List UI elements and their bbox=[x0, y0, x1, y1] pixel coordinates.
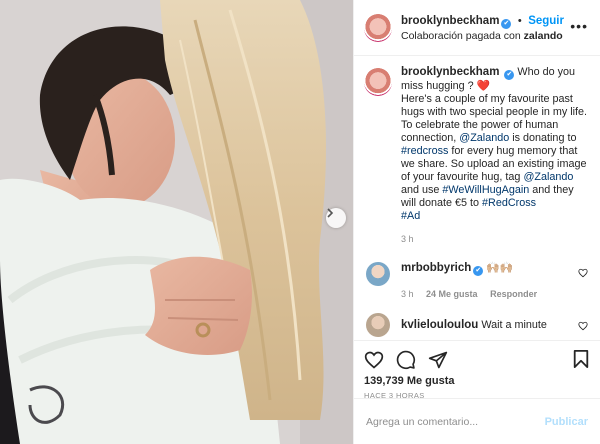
comment-button[interactable] bbox=[396, 350, 416, 370]
comment-input[interactable] bbox=[366, 415, 536, 428]
post-actions: 139,739 Me gusta HACE 3 HORAS bbox=[354, 340, 600, 400]
like-button[interactable] bbox=[364, 350, 384, 370]
likes-count[interactable]: 139,739 Me gusta bbox=[364, 375, 590, 387]
avatar[interactable] bbox=[366, 262, 390, 286]
comment-icon bbox=[396, 350, 416, 370]
comment-body: kvlielouloulou Wait a minute bbox=[401, 313, 581, 337]
publish-button[interactable]: Publicar bbox=[545, 416, 588, 428]
post-header: brooklynbeckham ✔ • Seguir Colaboración p… bbox=[354, 0, 600, 56]
separator-dot: • bbox=[517, 14, 522, 27]
caption-username[interactable]: brooklynbeckham bbox=[401, 66, 499, 78]
hashtag-redcross[interactable]: #redcross bbox=[401, 145, 448, 157]
paid-partnership-label: Colaboración pagada con zalando bbox=[401, 29, 564, 44]
action-icons bbox=[364, 347, 590, 373]
more-options-icon[interactable]: ••• bbox=[570, 18, 588, 34]
comment-meta: 3 h 24 Me gusta Responder bbox=[401, 288, 581, 301]
avatar[interactable] bbox=[364, 13, 392, 42]
save-button[interactable] bbox=[572, 349, 590, 374]
caption-text: is donating to bbox=[512, 132, 577, 144]
hashtag-wewillhugagain[interactable]: #WeWillHugAgain bbox=[442, 184, 529, 196]
comment-text: 🙌🏼🙌🏼 bbox=[486, 262, 514, 274]
mention-zalando[interactable]: @Zalando bbox=[459, 132, 509, 144]
post-photo[interactable] bbox=[0, 0, 353, 444]
heart-icon bbox=[364, 351, 384, 369]
comment-username[interactable]: mrbobbyrich bbox=[401, 262, 471, 274]
list-item: mrbobbyrich ✔ 🙌🏼🙌🏼 3 h 24 Me gusta Respon… bbox=[364, 262, 590, 301]
next-photo-button[interactable] bbox=[326, 208, 346, 228]
share-button[interactable] bbox=[428, 350, 448, 370]
avatar[interactable] bbox=[366, 313, 390, 337]
verified-badge-icon: ✔ bbox=[501, 18, 512, 29]
post-timestamp[interactable]: HACE 3 HORAS bbox=[364, 391, 590, 400]
reply-button[interactable]: Responder bbox=[490, 289, 537, 299]
caption-time[interactable]: 3 h bbox=[401, 233, 590, 246]
partner-link[interactable]: zalando bbox=[524, 30, 563, 42]
caption-text: and use bbox=[401, 184, 440, 196]
verified-badge-icon: ✔ bbox=[473, 266, 484, 276]
header-text: brooklynbeckham ✔ • Seguir Colaboración p… bbox=[401, 12, 564, 44]
add-comment-bar: Publicar bbox=[354, 398, 600, 444]
verified-badge-icon: ✔ bbox=[504, 70, 515, 80]
comment-likes[interactable]: 24 Me gusta bbox=[426, 289, 478, 299]
caption-avatar[interactable] bbox=[364, 68, 392, 96]
comment-body: mrbobbyrich ✔ 🙌🏼🙌🏼 3 h 24 Me gusta Respon… bbox=[401, 262, 581, 301]
comment-time[interactable]: 3 h bbox=[401, 289, 414, 299]
like-comment-heart-icon[interactable] bbox=[578, 268, 588, 278]
comment-username[interactable]: kvlielouloulou bbox=[401, 319, 478, 331]
username[interactable]: brooklynbeckham bbox=[401, 15, 499, 27]
comments-list[interactable]: brooklynbeckham ✔ Who do you miss hugging… bbox=[354, 56, 600, 340]
post-details-panel: brooklynbeckham ✔ • Seguir Colaboración p… bbox=[353, 0, 600, 444]
chevron-right-icon bbox=[327, 208, 334, 218]
hashtag-ad[interactable]: #Ad bbox=[401, 210, 420, 222]
mention-zalando[interactable]: @Zalando bbox=[523, 171, 573, 183]
like-comment-heart-icon[interactable] bbox=[578, 321, 588, 331]
caption: brooklynbeckham ✔ Who do you miss hugging… bbox=[364, 66, 590, 246]
list-item: kvlielouloulou Wait a minute bbox=[364, 313, 590, 337]
hug-photo-illustration bbox=[0, 0, 353, 444]
share-icon bbox=[428, 351, 448, 369]
follow-button[interactable]: Seguir bbox=[528, 15, 564, 27]
caption-body: brooklynbeckham ✔ Who do you miss hugging… bbox=[401, 66, 590, 246]
hashtag-redcross-2[interactable]: #RedCross bbox=[482, 197, 536, 209]
paid-partnership-prefix: Colaboración pagada con bbox=[401, 29, 521, 42]
heart-emoji: ❤️ bbox=[476, 80, 491, 92]
instagram-post: brooklynbeckham ✔ • Seguir Colaboración p… bbox=[0, 0, 600, 444]
comment-text: Wait a minute bbox=[481, 319, 547, 331]
save-icon bbox=[573, 350, 589, 368]
